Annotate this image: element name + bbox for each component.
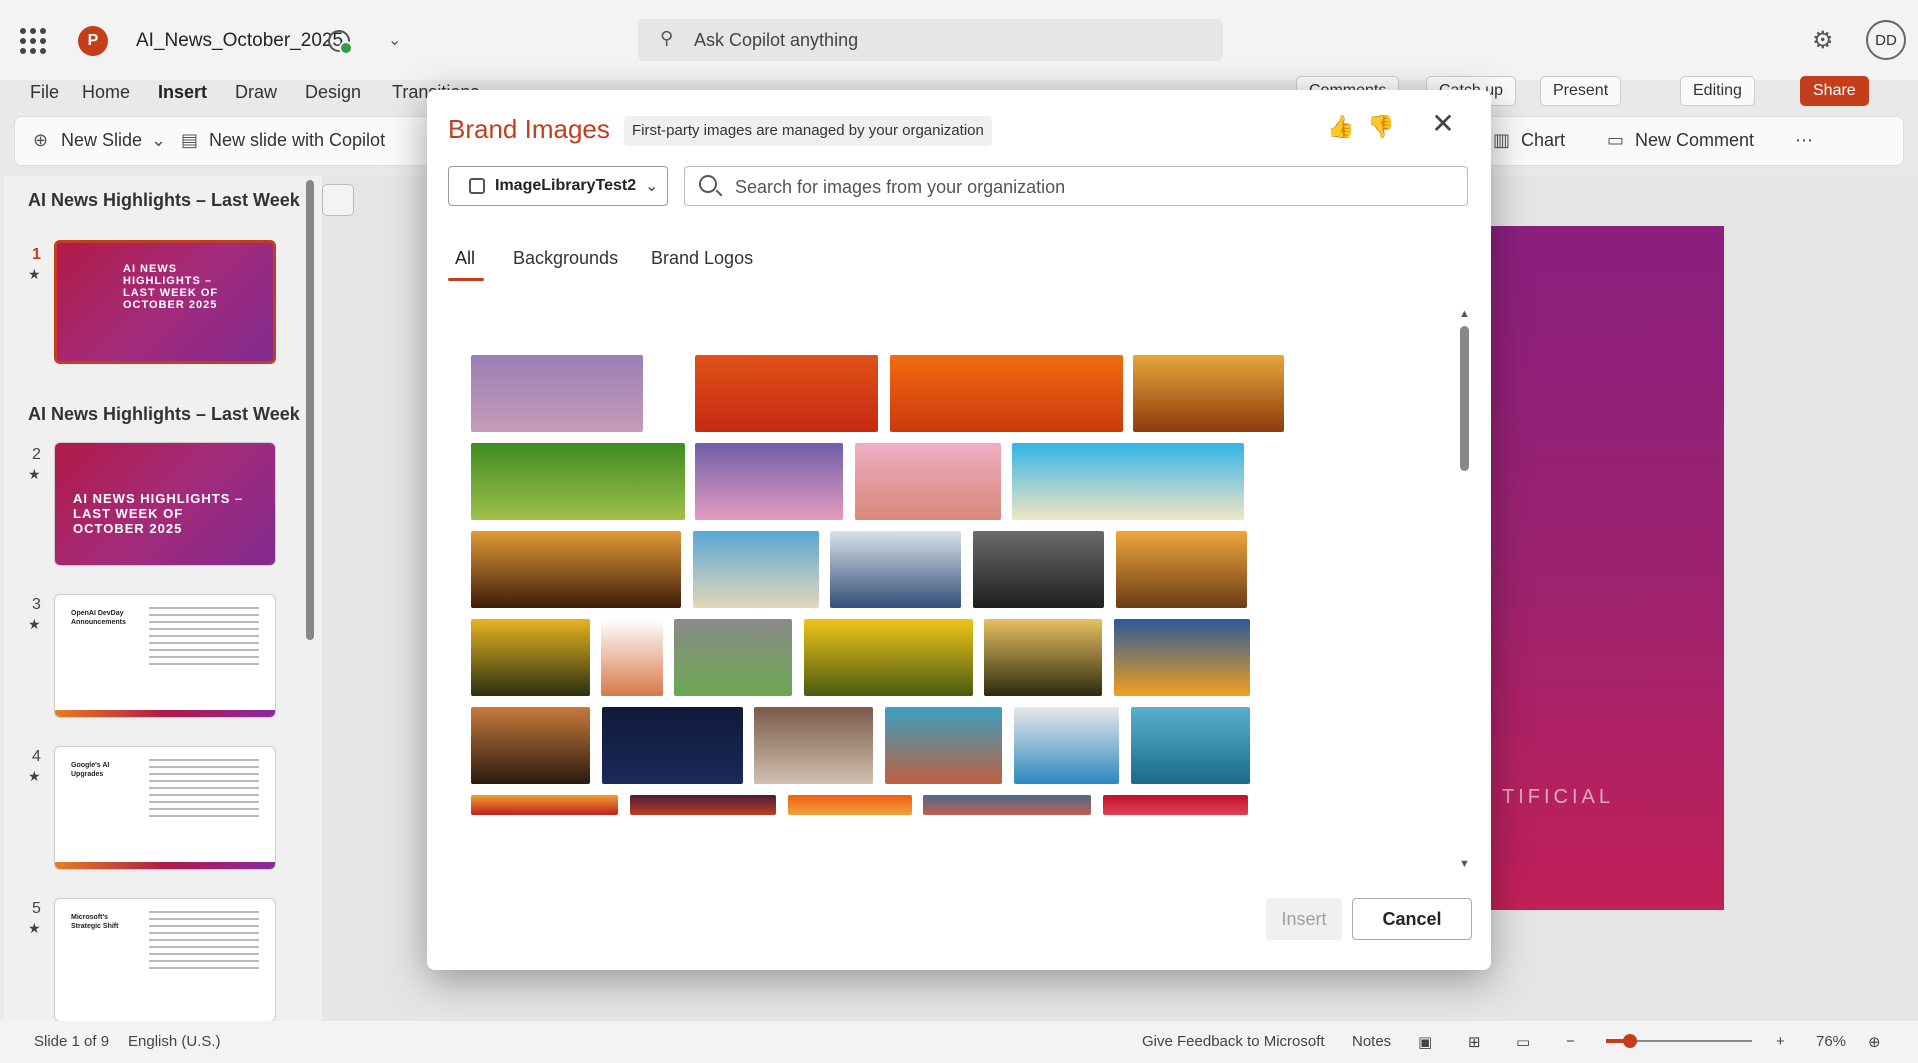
library-select-value: ImageLibraryTest2 (495, 177, 637, 194)
close-icon[interactable]: ✕ (1428, 110, 1458, 140)
brand-image-tile[interactable] (471, 443, 685, 520)
brand-image-tile[interactable] (984, 619, 1102, 696)
tab-all[interactable]: All (455, 248, 475, 269)
scroll-down-icon[interactable]: ▼ (1459, 858, 1470, 870)
brand-image-tile[interactable] (471, 619, 590, 696)
brand-image-tile[interactable] (885, 707, 1002, 784)
search-icon (699, 175, 717, 193)
image-grid (427, 302, 1491, 876)
chevron-down-icon: ⌄ (645, 178, 659, 195)
brand-image-tile[interactable] (1116, 531, 1247, 608)
insert-button[interactable]: Insert (1266, 898, 1342, 940)
brand-image-tile[interactable] (630, 795, 776, 815)
brand-image-tile[interactable] (754, 707, 873, 784)
brand-image-tile[interactable] (1012, 443, 1244, 520)
brand-image-tile[interactable] (471, 707, 590, 784)
brand-image-tile[interactable] (855, 443, 1001, 520)
image-grid-scrollbar[interactable] (1460, 326, 1469, 471)
thumbs-down-icon[interactable]: 👎 (1367, 114, 1394, 140)
brand-image-tile[interactable] (695, 443, 843, 520)
brand-image-tile[interactable] (923, 795, 1091, 815)
search-placeholder: Search for images from your organization (735, 177, 1066, 197)
brand-image-tile[interactable] (471, 355, 643, 432)
brand-image-tile[interactable] (602, 707, 743, 784)
tab-backgrounds[interactable]: Backgrounds (513, 248, 618, 269)
brand-image-tile[interactable] (471, 531, 681, 608)
brand-image-tile[interactable] (601, 619, 663, 696)
brand-image-tile[interactable] (890, 355, 1123, 432)
brand-image-tile[interactable] (804, 619, 973, 696)
info-badge: First-party images are managed by your o… (624, 116, 992, 146)
brand-image-tile[interactable] (674, 619, 792, 696)
image-icon (469, 178, 485, 194)
image-search-input[interactable]: Search for images from your organization (684, 166, 1468, 206)
brand-image-tile[interactable] (973, 531, 1104, 608)
cancel-button[interactable]: Cancel (1352, 898, 1472, 940)
brand-images-dialog: Brand Images First-party images are mana… (427, 90, 1491, 970)
brand-image-tile[interactable] (693, 531, 819, 608)
dialog-title: Brand Images (448, 114, 610, 144)
tab-brand-logos[interactable]: Brand Logos (651, 248, 753, 269)
library-select[interactable]: ImageLibraryTest2 ⌄ (448, 166, 668, 206)
brand-image-tile[interactable] (830, 531, 961, 608)
brand-image-tile[interactable] (471, 795, 618, 815)
brand-image-tile[interactable] (1131, 707, 1250, 784)
brand-image-tile[interactable] (788, 795, 912, 815)
brand-image-tile[interactable] (1014, 707, 1119, 784)
brand-image-tile[interactable] (1133, 355, 1284, 432)
brand-image-tile[interactable] (1114, 619, 1250, 696)
active-tab-indicator (448, 278, 484, 281)
thumbs-up-icon[interactable]: 👍 (1327, 114, 1354, 140)
brand-image-tile[interactable] (695, 355, 878, 432)
scroll-up-icon[interactable]: ▲ (1459, 308, 1470, 320)
brand-image-tile[interactable] (1103, 795, 1248, 815)
